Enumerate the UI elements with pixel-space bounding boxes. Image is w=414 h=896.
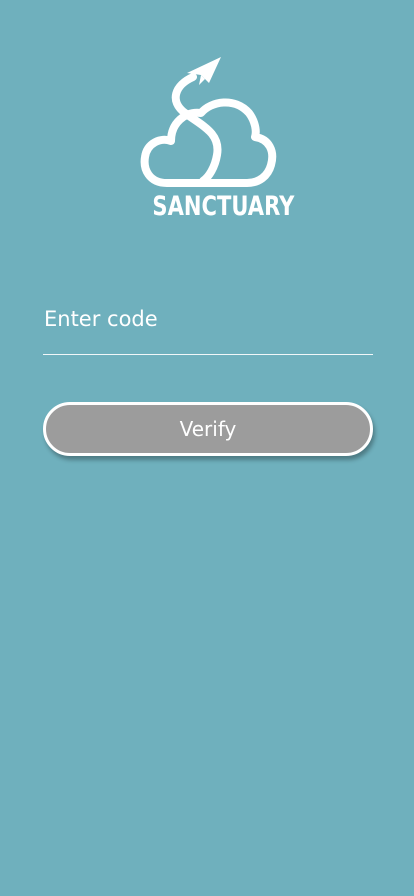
code-field	[43, 296, 373, 355]
code-input[interactable]	[43, 296, 373, 342]
app-logo: SANCTUARY	[137, 55, 295, 225]
cloud-paper-plane-icon	[140, 57, 277, 187]
verify-button[interactable]: Verify	[43, 402, 373, 456]
brand-name: SANCTUARY	[152, 191, 295, 222]
